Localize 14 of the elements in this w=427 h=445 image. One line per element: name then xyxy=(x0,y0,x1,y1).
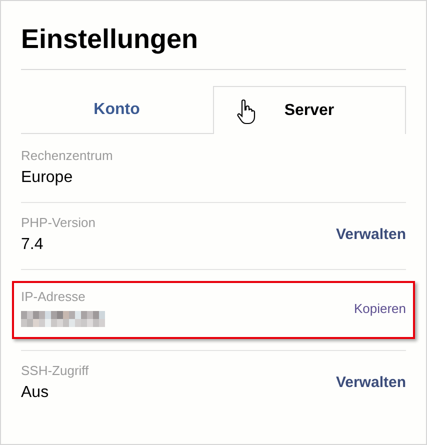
page-title: Einstellungen xyxy=(21,23,200,55)
action-link[interactable]: Kopieren xyxy=(354,299,406,319)
tab[interactable]: Konto xyxy=(21,86,212,134)
hand-cursor-icon xyxy=(236,99,256,125)
field-value: 7.4 xyxy=(21,235,44,255)
field-label: IP-Adresse xyxy=(21,289,86,305)
action-link[interactable]: Verwalten xyxy=(336,224,406,246)
action-link[interactable]: Verwalten xyxy=(336,372,406,394)
field-value: Europe xyxy=(21,168,73,188)
field-label: Rechenzentrum xyxy=(21,148,113,164)
tab[interactable]: Server xyxy=(212,86,406,134)
field-label: SSH-Zugriff xyxy=(21,363,89,379)
field-value: Aus xyxy=(21,383,49,403)
field-label: PHP-Version xyxy=(21,215,96,231)
